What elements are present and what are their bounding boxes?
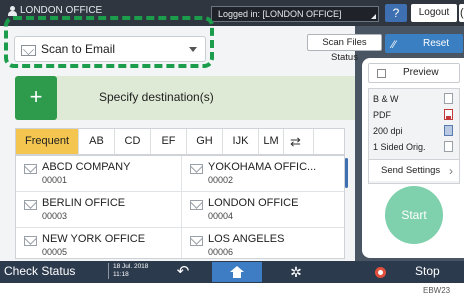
- preview-checkbox[interactable]: [377, 69, 386, 78]
- send-settings-label: Send Settings: [381, 165, 441, 176]
- resolution-icon: [444, 125, 453, 136]
- mail-icon: [24, 236, 37, 246]
- tab-ijk[interactable]: IJK: [223, 129, 259, 154]
- mail-icon: [190, 236, 203, 246]
- address-number: 00002: [208, 175, 234, 185]
- tab-switch-button[interactable]: ⇄: [284, 129, 314, 154]
- file-type-setting: PDF: [373, 110, 391, 120]
- corner-icon: [371, 14, 376, 19]
- add-destination-button[interactable]: +: [15, 76, 57, 120]
- login-status-text: Logged in: [LONDON OFFICE]: [218, 9, 342, 19]
- address-name: LONDON OFFICE: [208, 197, 299, 209]
- time-label: 11:18: [113, 271, 129, 278]
- send-settings-button[interactable]: Send Settings ›: [369, 159, 459, 181]
- scrollbar[interactable]: [345, 158, 348, 188]
- device-screen: LONDON OFFICE Logged in: [LONDON OFFICE]…: [0, 0, 464, 283]
- stop-icon: [375, 267, 386, 278]
- reset-label: Reset: [423, 38, 450, 49]
- tab-lm[interactable]: LM: [259, 129, 284, 154]
- address-name: YOKOHAMA OFFIC...: [208, 161, 317, 173]
- color-mode-icon: [444, 93, 453, 104]
- list-item[interactable]: ABCD COMPANY 00001: [18, 158, 178, 194]
- mail-icon: [190, 200, 203, 210]
- figure-code: EBW23: [423, 286, 451, 295]
- address-name: NEW YORK OFFICE: [42, 233, 146, 245]
- energy-saver-button[interactable]: (: [459, 4, 464, 22]
- list-item[interactable]: LONDON OFFICE 00004: [184, 194, 344, 230]
- login-status: Logged in: [LONDON OFFICE]: [211, 6, 379, 22]
- scan-settings-summary: B & W PDF 200 dpi 1 Sided Orig. Send Set…: [368, 88, 460, 184]
- tab-cd[interactable]: CD: [115, 129, 151, 154]
- sides-setting: 1 Sided Orig.: [373, 142, 426, 152]
- date-time: 18 Jul. 2018 11:18: [108, 263, 148, 279]
- preview-toggle[interactable]: Preview: [368, 63, 460, 83]
- reset-button[interactable]: ⁄⁄ Reset: [385, 34, 463, 53]
- mail-icon: [190, 164, 203, 174]
- resolution-setting: 200 dpi: [373, 126, 403, 136]
- address-number: 00004: [208, 211, 234, 221]
- color-setting: B & W: [373, 94, 399, 104]
- address-name: LOS ANGELES: [208, 233, 285, 245]
- highlight-callout: [4, 16, 214, 68]
- user-icon: [8, 6, 17, 16]
- back-icon[interactable]: ↶: [173, 262, 193, 282]
- check-status-button[interactable]: Check Status: [4, 264, 75, 278]
- divider: [181, 156, 182, 258]
- list-item[interactable]: YOKOHAMA OFFIC... 00002: [184, 158, 344, 194]
- swap-icon: ⇄: [290, 134, 301, 149]
- address-list: ABCD COMPANY 00001 YOKOHAMA OFFIC... 000…: [15, 155, 345, 259]
- address-number: 00005: [42, 247, 68, 257]
- mail-icon: [24, 200, 37, 210]
- specify-destination-row[interactable]: + Specify destination(s): [15, 76, 355, 120]
- list-item[interactable]: LOS ANGELES 00006: [184, 230, 344, 258]
- address-name: ABCD COMPANY: [42, 161, 131, 173]
- preview-label: Preview: [403, 67, 439, 78]
- chevron-right-icon: ›: [449, 164, 453, 178]
- address-name: BERLIN OFFICE: [42, 197, 126, 209]
- address-tabs: Frequent AB CD EF GH IJK LM ⇄: [15, 128, 345, 155]
- tab-ab[interactable]: AB: [79, 129, 115, 154]
- address-number: 00006: [208, 247, 234, 257]
- specify-destination-label: Specify destination(s): [99, 90, 214, 104]
- date-label: 18 Jul. 2018: [113, 263, 149, 270]
- list-item[interactable]: NEW YORK OFFICE 00005: [18, 230, 178, 258]
- list-item[interactable]: BERLIN OFFICE 00003: [18, 194, 178, 230]
- tab-frequent[interactable]: Frequent: [16, 129, 79, 154]
- bottom-bar: Check Status 18 Jul. 2018 11:18 ↶ ✲ Stop: [0, 261, 464, 283]
- scan-files-status-button[interactable]: Scan Files Status: [307, 34, 382, 63]
- tab-gh[interactable]: GH: [187, 129, 223, 154]
- logout-button[interactable]: Logout: [411, 4, 457, 22]
- home-icon: [230, 266, 244, 278]
- mail-icon: [24, 164, 37, 174]
- address-number: 00001: [42, 175, 68, 185]
- home-button[interactable]: [212, 262, 262, 282]
- pdf-icon: [444, 109, 453, 120]
- gear-icon[interactable]: ✲: [286, 262, 306, 282]
- address-number: 00003: [42, 211, 68, 221]
- help-button[interactable]: ?: [385, 4, 407, 22]
- original-sides-icon: [444, 141, 453, 152]
- eraser-icon: ⁄⁄: [392, 39, 396, 51]
- stop-button[interactable]: Stop: [415, 264, 440, 278]
- start-button[interactable]: Start: [385, 186, 443, 244]
- tab-ef[interactable]: EF: [151, 129, 187, 154]
